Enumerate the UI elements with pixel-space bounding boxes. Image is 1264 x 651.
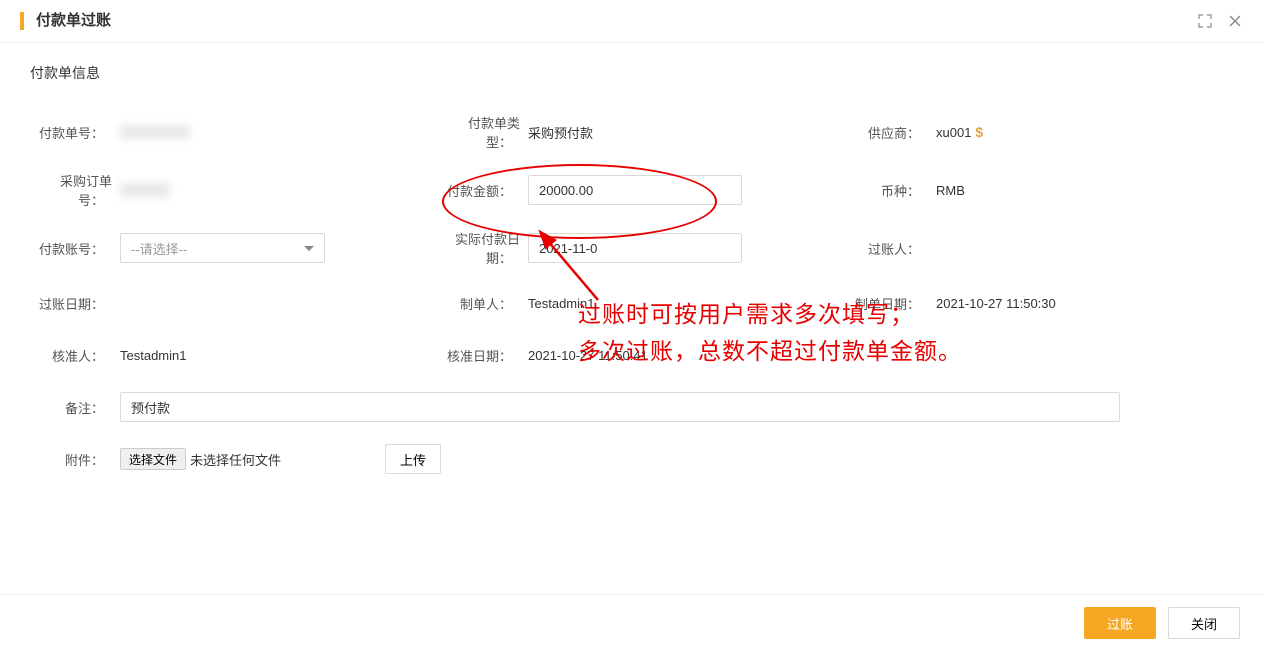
file-picker: 选择文件 未选择任何文件 bbox=[120, 448, 281, 470]
field-creator: 制单人： Testadmin1 bbox=[438, 287, 826, 319]
field-actual-date: 实际付款日期： bbox=[438, 229, 826, 267]
close-button[interactable]: 关闭 bbox=[1168, 607, 1240, 639]
label-pay-type: 付款单类型： bbox=[438, 113, 528, 151]
value-create-date: 2021-10-27 11:50:30 bbox=[936, 296, 1056, 311]
field-empty bbox=[846, 339, 1234, 371]
label-actual-date: 实际付款日期： bbox=[438, 229, 528, 267]
no-file-text: 未选择任何文件 bbox=[190, 450, 281, 469]
label-amount: 付款金额： bbox=[438, 181, 528, 200]
value-supplier: xu001 bbox=[936, 125, 971, 140]
modal-footer: 过账 关闭 bbox=[0, 594, 1264, 651]
field-amount: 付款金额： bbox=[438, 171, 826, 209]
section-title: 付款单信息 bbox=[30, 63, 1234, 83]
field-pay-no: 付款单号： bbox=[30, 113, 418, 151]
form-section: 付款单信息 付款单号： 付款单类型： 采购预付款 供应商： xu001 $ 采购… bbox=[0, 43, 1264, 495]
field-supplier: 供应商： xu001 $ bbox=[846, 113, 1234, 151]
field-currency: 币种： RMB bbox=[846, 171, 1234, 209]
label-approve-date: 核准日期： bbox=[438, 346, 528, 365]
choose-file-button[interactable]: 选择文件 bbox=[120, 448, 186, 470]
header-actions bbox=[1196, 12, 1244, 30]
value-approve-date: 2021-10-27 11:50:41 bbox=[528, 348, 648, 363]
label-approver: 核准人： bbox=[30, 346, 120, 365]
upload-button[interactable]: 上传 bbox=[385, 444, 441, 474]
field-purchase-order: 采购订单号： bbox=[30, 171, 418, 209]
value-pay-type: 采购预付款 bbox=[528, 123, 593, 142]
label-purchase-order: 采购订单号： bbox=[30, 171, 120, 209]
fullscreen-icon[interactable] bbox=[1196, 12, 1214, 30]
value-currency: RMB bbox=[936, 183, 965, 198]
modal-title: 付款单过账 bbox=[20, 12, 111, 30]
label-remark: 备注： bbox=[30, 398, 120, 417]
actual-date-input[interactable] bbox=[528, 233, 742, 263]
label-attachment: 附件： bbox=[30, 450, 120, 469]
label-posting-date: 过账日期： bbox=[30, 294, 120, 313]
field-approver: 核准人： Testadmin1 bbox=[30, 339, 418, 371]
field-create-date: 制单日期： 2021-10-27 11:50:30 bbox=[846, 287, 1234, 319]
label-pay-account: 付款账号： bbox=[30, 239, 120, 258]
label-currency: 币种： bbox=[846, 181, 936, 200]
submit-button[interactable]: 过账 bbox=[1084, 607, 1156, 639]
currency-icon: $ bbox=[975, 124, 983, 140]
label-supplier: 供应商： bbox=[846, 123, 936, 142]
label-posting-person: 过账人： bbox=[846, 239, 936, 258]
field-remark: 备注： bbox=[30, 391, 1234, 423]
field-pay-account: 付款账号： --请选择-- bbox=[30, 229, 418, 267]
value-purchase-order-redacted bbox=[120, 183, 170, 197]
field-attachment: 附件： 选择文件 未选择任何文件 上传 bbox=[30, 443, 1234, 475]
form-grid: 付款单号： 付款单类型： 采购预付款 供应商： xu001 $ 采购订单号： 付… bbox=[30, 113, 1234, 475]
label-pay-no: 付款单号： bbox=[30, 123, 120, 142]
value-pay-no-redacted bbox=[120, 125, 190, 139]
value-creator: Testadmin1 bbox=[528, 296, 594, 311]
field-posting-date: 过账日期： bbox=[30, 287, 418, 319]
label-creator: 制单人： bbox=[438, 294, 528, 313]
field-pay-type: 付款单类型： 采购预付款 bbox=[438, 113, 826, 151]
label-create-date: 制单日期： bbox=[846, 294, 936, 313]
close-icon[interactable] bbox=[1226, 12, 1244, 30]
value-approver: Testadmin1 bbox=[120, 348, 186, 363]
amount-input[interactable] bbox=[528, 175, 742, 205]
field-posting-person: 过账人： bbox=[846, 229, 1234, 267]
modal-header: 付款单过账 bbox=[0, 0, 1264, 43]
remark-input[interactable] bbox=[120, 392, 1120, 422]
modal-payment-posting: 付款单过账 付款单信息 付款单号： 付款单类型： 采购预付款 供应商： bbox=[0, 0, 1264, 651]
field-approve-date: 核准日期： 2021-10-27 11:50:41 bbox=[438, 339, 826, 371]
pay-account-select[interactable]: --请选择-- bbox=[120, 233, 325, 263]
